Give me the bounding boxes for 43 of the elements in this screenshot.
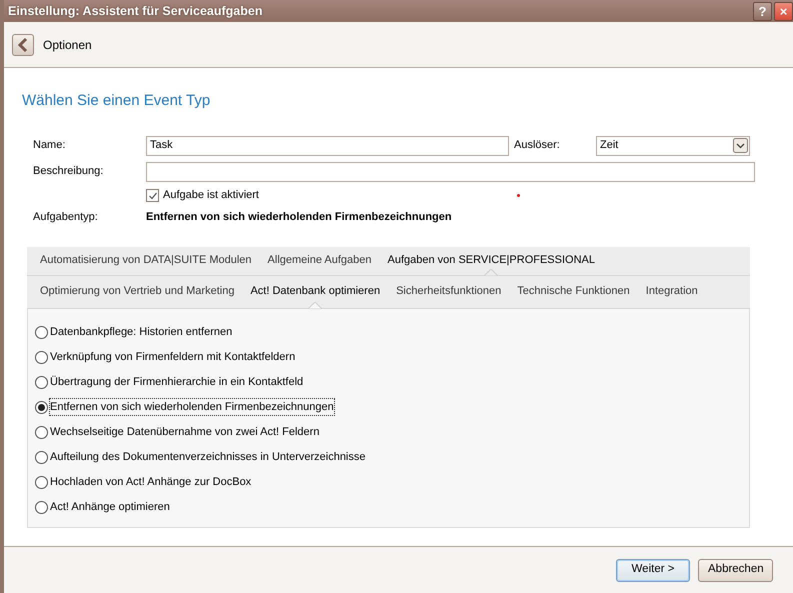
tab[interactable]: Technische Funktionen	[509, 276, 638, 308]
radio-label: Übertragung der Firmenhierarchie in ein Kontaktfeld	[50, 374, 304, 390]
radio-label: Wechselseitige Datenübernahme von zwei Act! Feldern	[50, 424, 320, 440]
radio-label: Act! Anhänge optimieren	[50, 500, 170, 515]
radio-button[interactable]	[35, 326, 48, 338]
trigger-dropdown[interactable]: Zeit	[596, 136, 750, 156]
name-label: Name:	[32, 138, 66, 154]
tab[interactable]: Automatisierung von DATA|SUITE Modulen	[32, 246, 260, 274]
window-title: Einstellung: Assistent für Serviceaufgaben	[8, 2, 264, 20]
type-value: Entfernen von sich wiederholenden Firmenbezeichnungen	[146, 210, 452, 226]
radio-button[interactable]	[35, 350, 48, 364]
name-field[interactable]: Task	[146, 136, 509, 156]
radio-label: Hochladen von Act! Anhänge zur DocBox	[50, 474, 252, 490]
description-field[interactable]	[146, 162, 755, 182]
type-label: Aufgabentyp:	[32, 210, 99, 226]
tab[interactable]: Allgemeine Aufgaben	[260, 246, 380, 274]
back-button[interactable]	[12, 34, 34, 56]
tab[interactable]: Aufgaben von SERVICE|PROFESSIONAL	[380, 246, 603, 274]
dropdown-value: Zeit	[600, 138, 618, 154]
next-button[interactable]: Weiter >	[616, 558, 690, 582]
tab[interactable]: Optimierung von Vertrieb und Marketing	[32, 276, 242, 308]
tab[interactable]: Integration	[638, 276, 706, 308]
radio-button[interactable]	[35, 426, 48, 438]
radio-label: Datenbankpflege: Historien entfernen	[50, 324, 232, 340]
dot-mark	[517, 194, 520, 197]
radio-button[interactable]	[35, 400, 48, 414]
radio-button[interactable]	[35, 450, 48, 464]
description-label: Beschreibung:	[32, 164, 104, 180]
tab[interactable]: Sicherheitsfunktionen	[388, 276, 510, 308]
checkbox[interactable]	[146, 189, 159, 202]
radio-label: Verknüpfung von Firmenfeldern mit Kontaktfeldern	[50, 350, 296, 365]
cancel-button[interactable]: Abbrechen	[698, 558, 773, 582]
radio-button[interactable]	[35, 476, 48, 488]
radio-label: Entfernen von sich wiederholenden Firmenbezeichnungen	[50, 398, 334, 416]
radio-button[interactable]	[35, 376, 48, 388]
tab[interactable]: Act! Datenbank optimieren	[242, 276, 388, 308]
page-heading: Wählen Sie einen Event Typ	[22, 91, 212, 111]
trigger-label: Auslöser:	[513, 138, 561, 154]
radio-button[interactable]	[35, 500, 48, 514]
radio-label: Aufteilung des Dokumentenverzeichnisses in Unterverzeichnisse	[50, 450, 366, 465]
checkbox-label: Aufgabe ist aktiviert	[163, 188, 259, 204]
back-icon	[18, 38, 28, 52]
options-label: Optionen	[43, 36, 92, 54]
